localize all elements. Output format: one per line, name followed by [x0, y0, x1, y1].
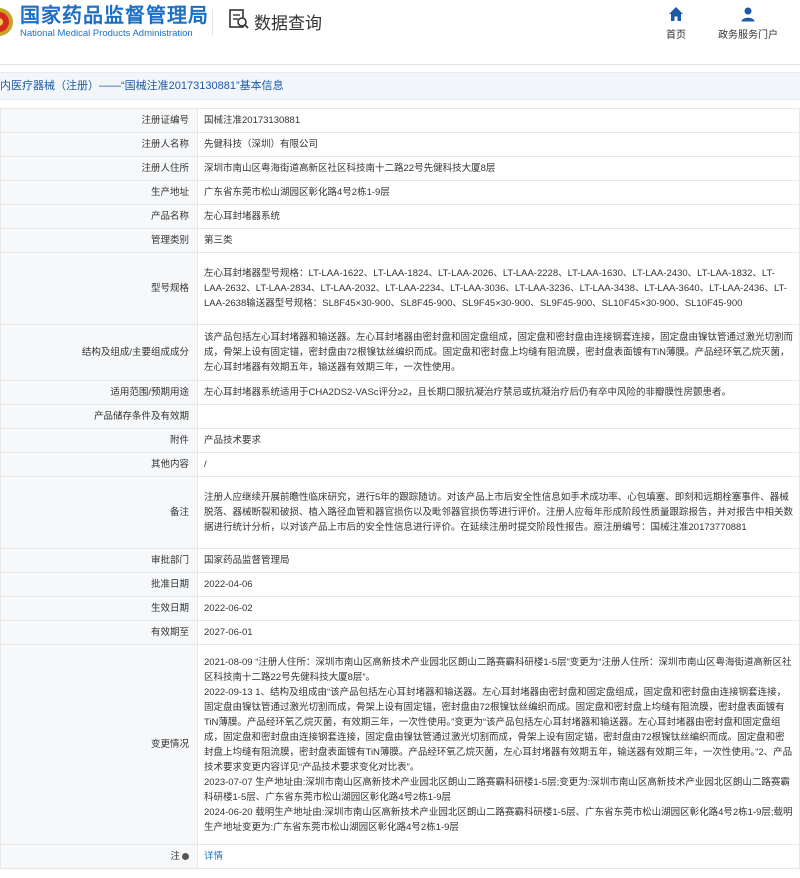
row-label: 有效期至	[0, 620, 198, 645]
table-row: 附件 产品技术要求	[0, 428, 800, 453]
row-value	[197, 404, 800, 429]
logo-title-cn: 国家药品监督管理局	[20, 5, 209, 27]
row-value: 国家药品监督管理局	[197, 548, 800, 573]
row-value: 2022-04-06	[197, 572, 800, 597]
row-value: 2027-06-01	[197, 620, 800, 645]
table-row: 审批部门 国家药品监督管理局	[0, 548, 800, 573]
row-label: 注册人住所	[0, 156, 198, 181]
row-label: 产品名称	[0, 204, 198, 229]
table-row: 结构及组成/主要组成成分 该产品包括左心耳封堵器和输送器。左心耳封堵器由密封盘和固…	[0, 324, 800, 381]
home-icon	[640, 6, 712, 22]
row-label: 注册证编号	[0, 108, 198, 133]
table-row: 注 详情	[0, 844, 800, 869]
row-label: 变更情况	[0, 644, 198, 845]
site-header: 国家药品监督管理局 National Medical Products Admi…	[0, 0, 800, 65]
row-value: 第三类	[197, 228, 800, 253]
row-label: 型号规格	[0, 252, 198, 325]
row-label-text: 注	[170, 851, 180, 862]
row-label: 管理类别	[0, 228, 198, 253]
row-value: 详情	[197, 844, 800, 869]
emblem-icon	[0, 7, 14, 37]
row-value: 国械注准20173130881	[197, 108, 800, 133]
section-title-text: 数据查询	[254, 14, 322, 33]
row-label: 其他内容	[0, 452, 198, 477]
user-icon	[712, 6, 784, 22]
logo-title-en: National Medical Products Administration	[20, 28, 193, 39]
table-row: 型号规格 左心耳封堵器型号规格：LT-LAA-1622、LT-LAA-1824、L…	[0, 252, 800, 325]
table-row: 管理类别 第三类	[0, 228, 800, 253]
row-value: 深圳市南山区粤海街道高新区社区科技南十二路22号先健科技大厦8层	[197, 156, 800, 181]
section-title: 数据查询	[228, 8, 322, 35]
row-label: 生产地址	[0, 180, 198, 205]
site-logo[interactable]: 国家药品监督管理局 National Medical Products Admi…	[0, 4, 209, 40]
row-label: 生效日期	[0, 596, 198, 621]
detail-table: 注册证编号 国械注准20173130881 注册人名称 先健科技（深圳）有限公司 注…	[0, 108, 800, 869]
row-label: 附件	[0, 428, 198, 453]
row-label: 结构及组成/主要组成成分	[0, 324, 198, 381]
row-label: 产品储存条件及有效期	[0, 404, 198, 429]
data-search-icon	[228, 8, 254, 35]
nav-home-label: 首页	[666, 30, 686, 41]
table-row: 备注 注册人应继续开展前瞻性临床研究，进行5年的跟踪随访。对该产品上市后安全性信息…	[0, 476, 800, 549]
table-row: 有效期至 2027-06-01	[0, 620, 800, 645]
row-value: 左心耳封堵器系统适用于CHA2DS2-VASc评分≥2，且长期口服抗凝治疗禁忌或…	[197, 380, 800, 405]
row-value: 左心耳封堵器系统	[197, 204, 800, 229]
row-value: 该产品包括左心耳封堵器和输送器。左心耳封堵器由密封盘和固定盘组成，固定盘和密封盘…	[197, 324, 800, 381]
row-value: 产品技术要求	[197, 428, 800, 453]
row-label: 注	[0, 844, 198, 869]
table-row: 变更情况 2021-08-09 “注册人住所：深圳市南山区高新技术产业园北区朗山二…	[0, 644, 800, 845]
row-value: /	[197, 452, 800, 477]
row-value: 2022-06-02	[197, 596, 800, 621]
row-label: 审批部门	[0, 548, 198, 573]
table-row: 适用范围/预期用途 左心耳封堵器系统适用于CHA2DS2-VASc评分≥2，且长期…	[0, 380, 800, 405]
nav-service-portal-label: 政务服务门户	[718, 30, 778, 41]
row-value: 左心耳封堵器型号规格：LT-LAA-1622、LT-LAA-1824、LT-LA…	[197, 252, 800, 325]
breadcrumb: 内医疗器械（注册）——“国械注准20173130881”基本信息	[0, 72, 800, 100]
nav-service-portal[interactable]: 政务服务门户	[712, 4, 784, 41]
breadcrumb-text: 内医疗器械（注册）——“国械注准20173130881”基本信息	[0, 80, 284, 92]
table-row: 注册证编号 国械注准20173130881	[0, 108, 800, 133]
pin-icon	[182, 852, 189, 860]
row-value: 注册人应继续开展前瞻性临床研究，进行5年的跟踪随访。对该产品上市后安全性信息如手…	[197, 476, 800, 549]
table-row: 批准日期 2022-04-06	[0, 572, 800, 597]
table-row: 生效日期 2022-06-02	[0, 596, 800, 621]
table-row: 注册人住所 深圳市南山区粤海街道高新区社区科技南十二路22号先健科技大厦8层	[0, 156, 800, 181]
table-row: 注册人名称 先健科技（深圳）有限公司	[0, 132, 800, 157]
table-row: 生产地址 广东省东莞市松山湖园区彰化路4号2栋1-9层	[0, 180, 800, 205]
row-label: 批准日期	[0, 572, 198, 597]
top-nav: 首页 政务服务门户	[640, 4, 784, 41]
nav-home[interactable]: 首页	[640, 4, 712, 41]
row-value: 先健科技（深圳）有限公司	[197, 132, 800, 157]
row-label: 注册人名称	[0, 132, 198, 157]
details-link[interactable]: 详情	[204, 851, 223, 862]
row-label: 备注	[0, 476, 198, 549]
table-row: 产品储存条件及有效期	[0, 404, 800, 429]
table-row: 产品名称 左心耳封堵器系统	[0, 204, 800, 229]
header-divider	[212, 10, 213, 36]
row-value: 广东省东莞市松山湖园区彰化路4号2栋1-9层	[197, 180, 800, 205]
change-history: 2021-08-09 “注册人住所：深圳市南山区高新技术产业园北区朗山二路赛霸科…	[197, 644, 800, 845]
table-row: 其他内容 /	[0, 452, 800, 477]
row-label: 适用范围/预期用途	[0, 380, 198, 405]
